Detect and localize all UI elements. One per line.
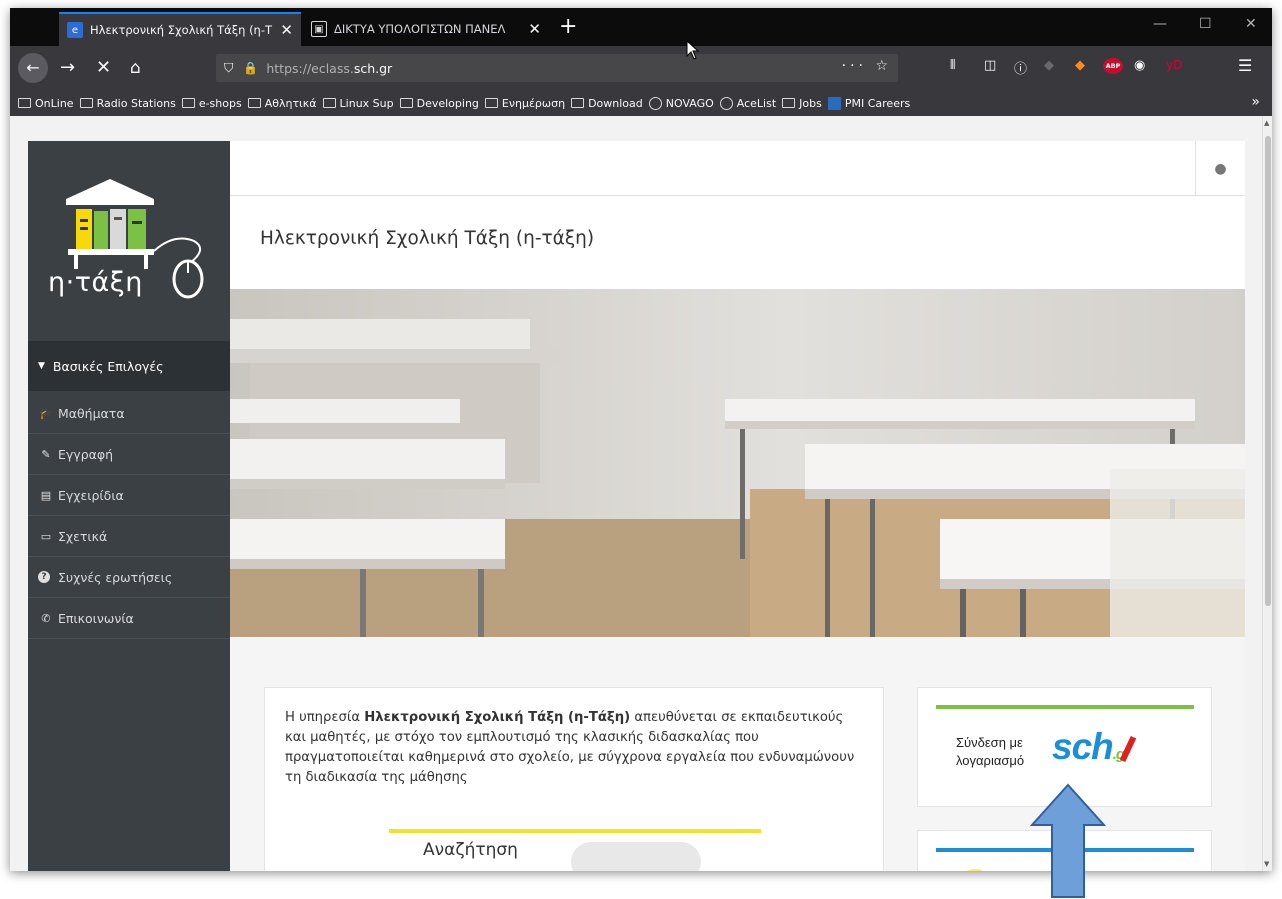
back-arrow-icon[interactable]: ←: [18, 53, 48, 83]
search-illustration: [571, 842, 701, 871]
sidebar-item-faq[interactable]: ? Συχνές ερωτήσεις: [28, 557, 230, 598]
folder-icon: [18, 98, 31, 108]
close-tab-icon[interactable]: ✕: [528, 20, 541, 38]
tab-networks[interactable]: ▣ ΔΙΚΤΥΑ ΥΠΟΛΟΓΙΣΤΩΝ ΠΑΝΕΛ ✕: [303, 12, 549, 46]
bookmark-pmi-careers[interactable]: PMI Careers: [827, 96, 910, 110]
hero-classroom-image: [230, 289, 1245, 637]
folder-icon: [247, 98, 261, 108]
library-icon[interactable]: ⫴: [950, 58, 955, 73]
chevron-down-icon: ▼: [38, 361, 45, 371]
info-icon[interactable]: ⓘ: [1014, 58, 1027, 77]
page-favicon: ▣: [311, 21, 327, 37]
bookmark-athlitika[interactable]: Αθλητικά: [247, 97, 317, 110]
browser-window: e Ηλεκτρονική Σχολική Τάξη (η-Τ ✕ ▣ ΔΙΚΤ…: [10, 8, 1272, 871]
sidebar-item-courses[interactable]: 🎓 Μαθήματα: [28, 393, 230, 434]
home-icon[interactable]: ⌂: [130, 56, 141, 80]
login-label: Σύνδεση με λογαριασμό: [956, 735, 1025, 768]
page-title: Ηλεκτρονική Σχολική Τάξη (η-τάξη): [260, 228, 595, 249]
sidebar-item-contact[interactable]: ✆ Επικοινωνία: [28, 598, 230, 639]
bookmark-radio-stations[interactable]: Radio Stations: [79, 97, 176, 110]
mouse-cursor-icon: [686, 40, 700, 60]
extension-icon[interactable]: ◆: [1044, 58, 1054, 73]
card-illustration: [962, 869, 988, 871]
service-description: Η υπηρεσία Ηλεκτρονική Σχολική Τάξη (η-Τ…: [285, 710, 855, 785]
close-window-icon[interactable]: ✕: [1245, 16, 1257, 32]
menu-icon[interactable]: ☰: [1238, 56, 1252, 75]
language-globe-icon[interactable]: ●: [1195, 141, 1245, 196]
tab-bar: e Ηλεκτρονική Σχολική Τάξη (η-Τ ✕ ▣ ΔΙΚΤ…: [10, 8, 1272, 46]
minimize-icon[interactable]: —: [1153, 16, 1167, 32]
tab-eclass[interactable]: e Ηλεκτρονική Σχολική Τάξη (η-Τ ✕: [59, 12, 301, 46]
url-text: https://eclass.sch.gr: [266, 60, 393, 76]
bookmark-acelist[interactable]: AceList: [719, 96, 776, 110]
scroll-up-icon[interactable]: ▲: [1264, 119, 1269, 127]
scrollbar-thumb[interactable]: [1265, 136, 1271, 606]
page-viewport: η·τάξη ▼ Βασικές Επιλογές 🎓 Μαθήματα ✎ Ε…: [10, 116, 1262, 871]
maximize-icon[interactable]: ☐: [1199, 16, 1212, 32]
eclass-favicon: e: [67, 22, 83, 38]
folder-icon: [399, 98, 413, 108]
globe-icon: [719, 96, 733, 110]
file-icon: ▤: [40, 488, 52, 502]
graduation-cap-icon: 🎓: [39, 406, 53, 420]
yellow-divider: [389, 829, 761, 833]
bookmark-linux-sup[interactable]: Linux Sup: [322, 97, 394, 110]
bookmark-enimerosi[interactable]: Ενημέρωση: [484, 97, 565, 110]
search-teaser-text: Αναζήτηση: [423, 840, 518, 860]
page-actions-icon[interactable]: ··· ☆: [842, 58, 892, 74]
folder-icon: [79, 98, 93, 108]
pmi-icon: [827, 96, 841, 110]
bookmarks-toolbar: OnLine Radio Stations e-shops Αθλητικά L…: [10, 90, 1272, 116]
sidebar-item-registration[interactable]: ✎ Εγγραφή: [28, 434, 230, 475]
site-logo[interactable]: η·τάξη: [28, 141, 230, 341]
sidebar-item-about[interactable]: ▭ Σχετικά: [28, 516, 230, 557]
tab-title: ΔΙΚΤΥΑ ΥΠΟΛΟΓΙΣΤΩΝ ΠΑΝΕΛ: [334, 22, 506, 36]
question-circle-icon: ?: [38, 571, 50, 583]
bookmark-jobs[interactable]: Jobs: [782, 97, 822, 110]
logo-graphic: [66, 179, 204, 299]
sidebar-item-manuals[interactable]: ▤ Εγχειρίδια: [28, 475, 230, 516]
brand-text: η·τάξη: [48, 267, 143, 298]
new-tab-button[interactable]: +: [559, 15, 577, 39]
tab-title: Ηλεκτρονική Σχολική Τάξη (η-Τ: [90, 23, 273, 37]
service-description-card: Η υπηρεσία Ηλεκτρονική Σχολική Τάξη (η-Τ…: [264, 687, 884, 871]
stop-icon[interactable]: ✕: [96, 56, 111, 80]
classroom-illustration: [230, 289, 1245, 637]
folder-icon: [782, 98, 796, 108]
yd-extension-icon[interactable]: yD: [1166, 58, 1182, 72]
folder-icon: [181, 98, 195, 108]
annotation-up-arrow-icon: [1030, 783, 1106, 898]
green-divider: [936, 705, 1194, 709]
more-bookmarks-icon[interactable]: »: [1251, 94, 1260, 110]
forward-arrow-icon[interactable]: →: [60, 56, 75, 80]
scroll-down-icon[interactable]: ▼: [1264, 860, 1269, 868]
close-tab-icon[interactable]: ✕: [280, 21, 293, 39]
lock-icon[interactable]: 🔒: [243, 61, 258, 75]
main-content: ● Ηλεκτρονική Σχολική Τάξη (η-τάξη) Η υπ…: [230, 141, 1245, 871]
globe-icon: [648, 96, 662, 110]
sch-logo[interactable]: sch.gr: [1052, 726, 1130, 768]
navigation-toolbar: ← → ✕ ⌂ ⛉ 🔒 https://eclass.sch.gr ··· ☆ …: [10, 46, 1272, 90]
edit-icon: ✎: [41, 447, 51, 461]
bookmark-download[interactable]: Download: [571, 97, 643, 110]
credit-card-icon: ▭: [40, 529, 52, 543]
bookmark-developing[interactable]: Developing: [399, 97, 479, 110]
bookmark-e-shops[interactable]: e-shops: [181, 97, 242, 110]
ghostery-icon[interactable]: ◉: [1134, 58, 1145, 73]
folder-icon: [571, 98, 585, 108]
menu-section-header[interactable]: ▼ Βασικές Επιλογές: [28, 341, 230, 391]
bookmark-novago[interactable]: NOVAGO: [648, 96, 714, 110]
top-header: ●: [230, 141, 1245, 196]
vertical-scrollbar[interactable]: ▲ ▼: [1262, 116, 1272, 871]
url-bar[interactable]: ⛉ 🔒 https://eclass.sch.gr ··· ☆: [216, 54, 898, 82]
fox-extension-icon[interactable]: ◆: [1075, 58, 1085, 73]
sidebar-icon[interactable]: ◫: [984, 58, 996, 73]
folder-icon: [322, 98, 336, 108]
phone-icon: ✆: [41, 611, 51, 625]
shield-icon[interactable]: ⛉: [224, 60, 233, 76]
sidebar: η·τάξη ▼ Βασικές Επιλογές 🎓 Μαθήματα ✎ Ε…: [28, 141, 230, 871]
adblock-icon[interactable]: ABP: [1103, 58, 1123, 74]
folder-icon: [484, 98, 498, 108]
bookmark-online[interactable]: OnLine: [18, 97, 74, 110]
